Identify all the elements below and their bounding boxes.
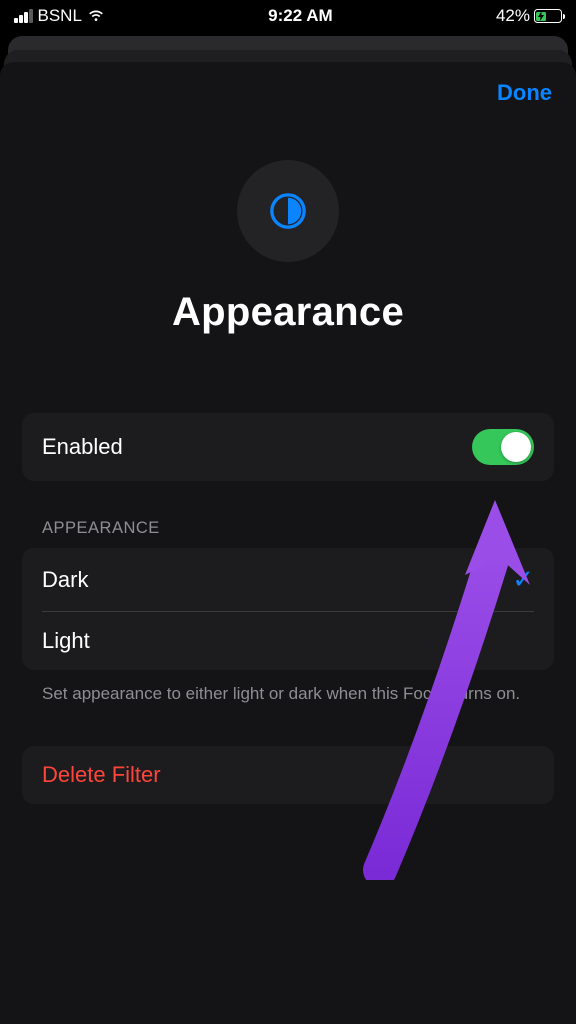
enabled-group: Enabled [22,413,554,481]
wifi-icon [87,9,105,23]
appearance-options-group: Dark ✓ Light [22,548,554,670]
appearance-section-header: APPEARANCE [22,519,554,548]
modal-backdrop: Done Appearance Enabled [0,36,576,1024]
option-light[interactable]: Light [42,611,534,670]
option-label: Light [42,628,90,654]
toggle-knob [501,432,531,462]
page-title: Appearance [172,290,404,335]
sheet-header: Done [0,62,576,106]
appearance-icon [269,192,307,230]
charging-bolt-icon [537,11,545,21]
content: Enabled APPEARANCE Dark ✓ Light Set appe… [0,413,576,804]
status-left: BSNL [14,6,105,26]
appearance-sheet: Done Appearance Enabled [0,62,576,1024]
delete-label: Delete Filter [42,762,161,788]
checkmark-icon: ✓ [512,564,534,595]
enabled-row: Enabled [22,413,554,481]
hero-section: Appearance [0,160,576,335]
status-time: 9:22 AM [268,6,333,26]
enabled-label: Enabled [42,434,123,460]
status-bar: BSNL 9:22 AM 42% [0,0,576,30]
delete-filter-row[interactable]: Delete Filter [22,746,554,804]
appearance-icon-wrap [237,160,339,262]
status-right: 42% [496,6,562,26]
carrier-label: BSNL [38,6,82,26]
appearance-footer: Set appearance to either light or dark w… [22,670,554,706]
option-dark[interactable]: Dark ✓ [22,548,554,611]
battery-icon [534,9,562,23]
done-button[interactable]: Done [497,80,552,106]
option-label: Dark [42,567,88,593]
enabled-toggle[interactable] [472,429,534,465]
battery-percent: 42% [496,6,530,26]
cellular-signal-icon [14,9,33,23]
delete-group: Delete Filter [22,746,554,804]
